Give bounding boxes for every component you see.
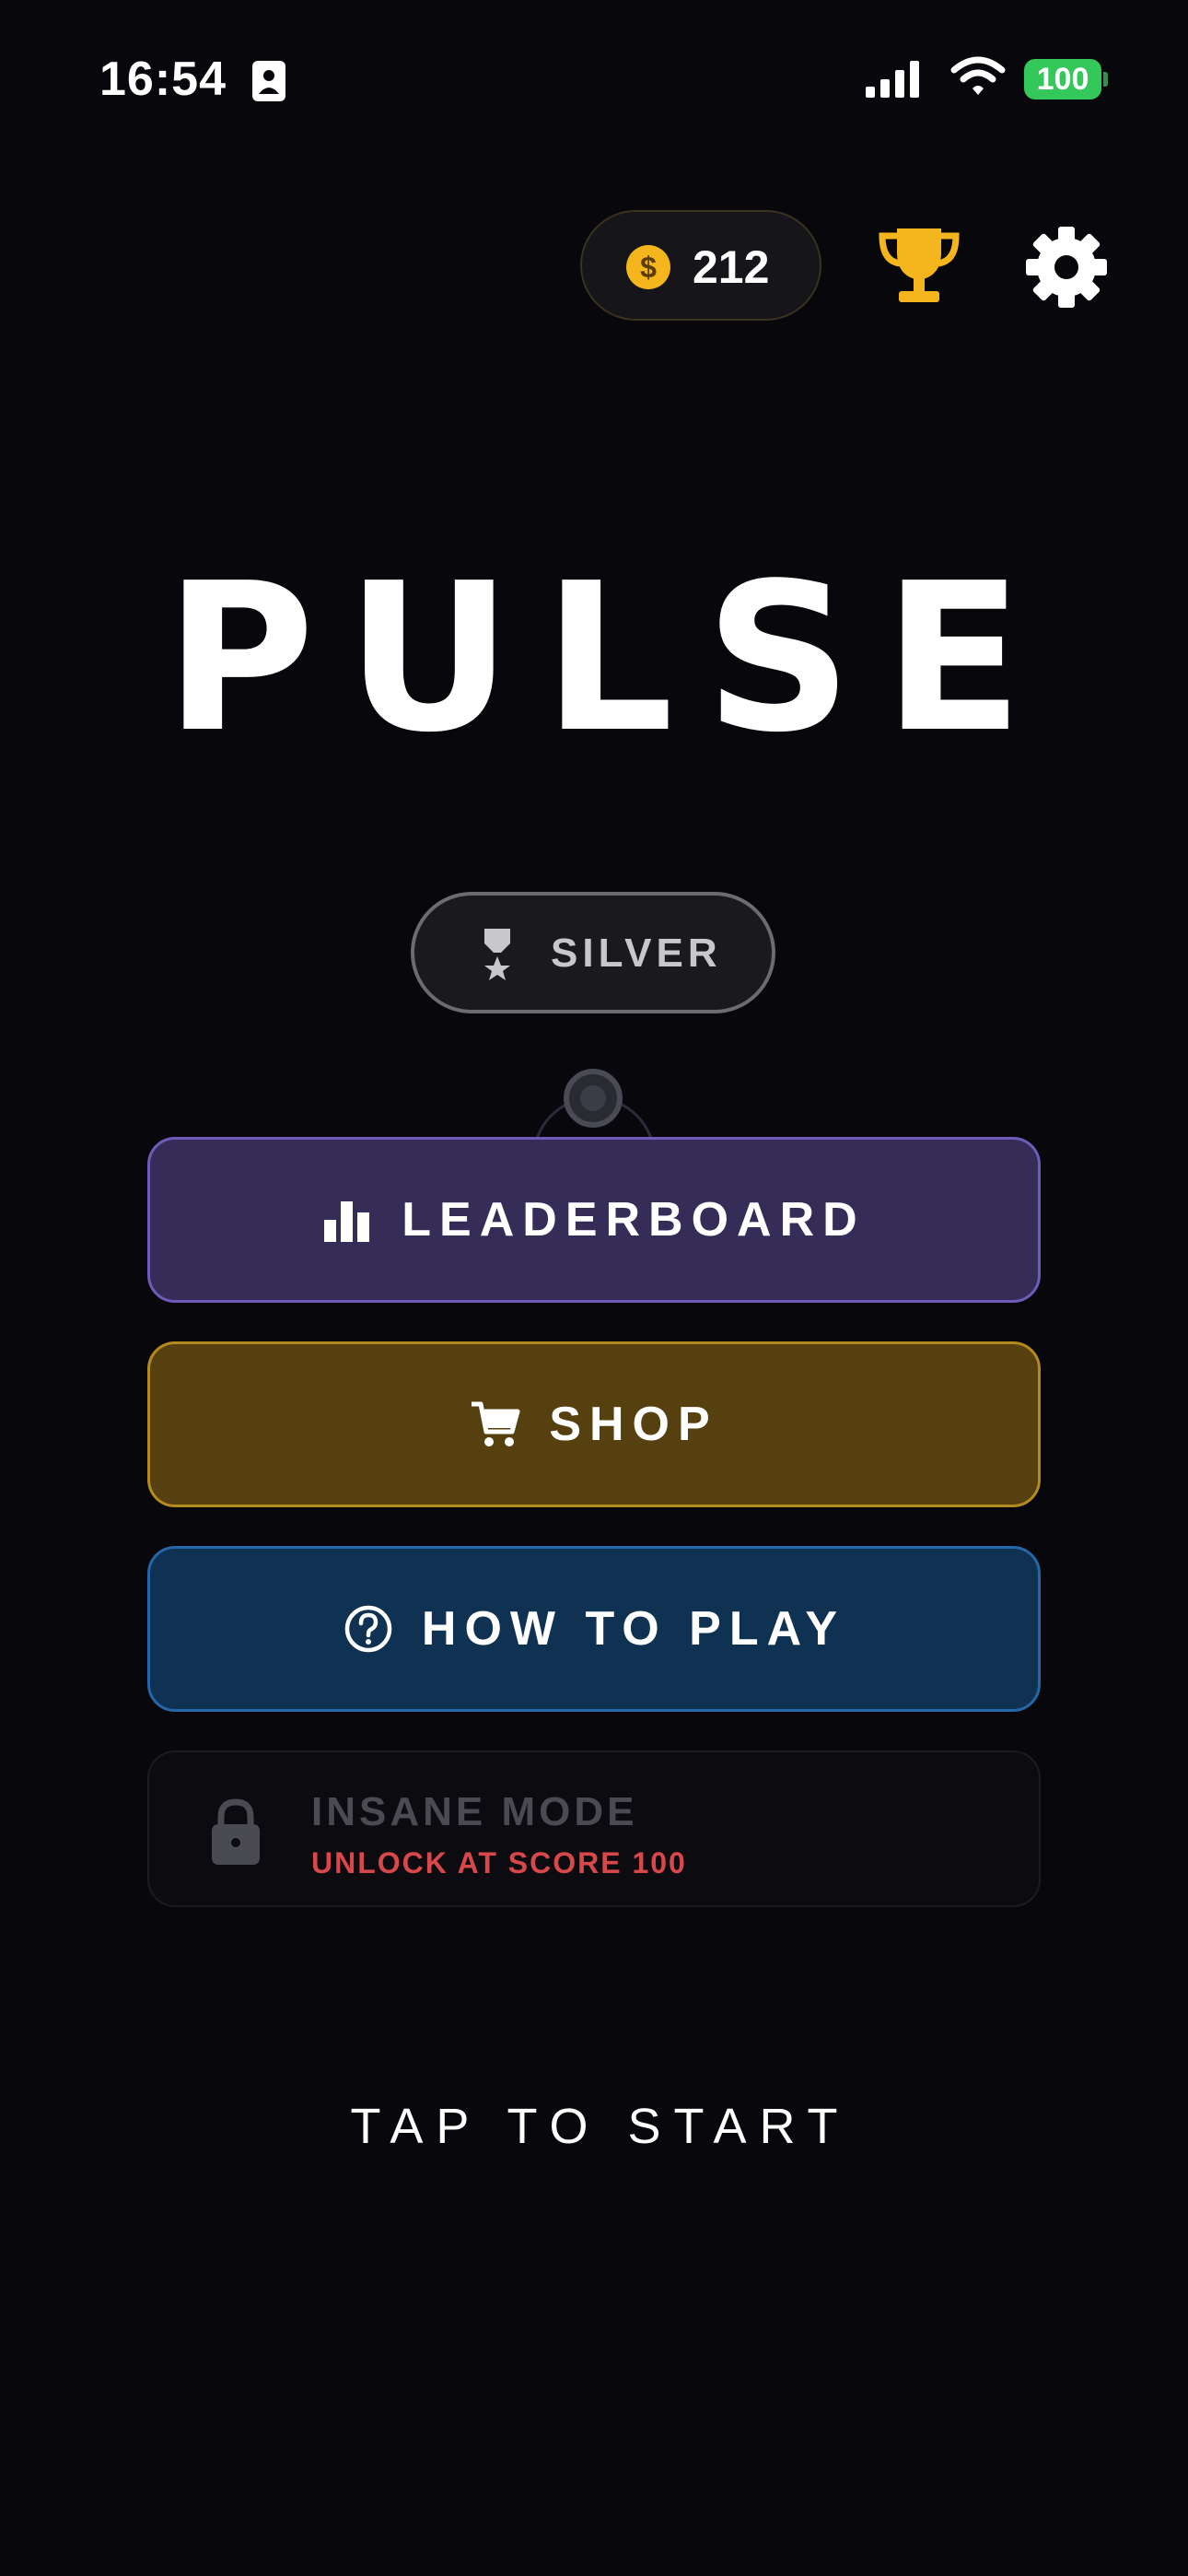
leaderboard-button[interactable]: LEADERBOARD xyxy=(147,1137,1041,1303)
trophy-icon[interactable] xyxy=(877,225,961,308)
battery-nub xyxy=(1103,72,1108,87)
status-time: 16:54 xyxy=(99,53,227,106)
bar-chart-icon xyxy=(324,1201,370,1242)
unlock-requirement: UNLOCK AT SCORE 100 xyxy=(311,1846,687,1879)
rank-badge[interactable]: SILVER xyxy=(411,892,775,1013)
leaderboard-label: LEADERBOARD xyxy=(402,1193,866,1247)
lock-icon xyxy=(212,1798,260,1865)
tap-to-start-prompt[interactable]: TAP TO START xyxy=(0,2097,1188,2156)
how-to-play-button[interactable]: HOW TO PLAY xyxy=(147,1546,1041,1712)
help-circle-icon xyxy=(344,1605,392,1653)
medal-icon xyxy=(484,929,510,980)
dollar-coin-icon: $ xyxy=(626,245,670,289)
insane-mode-card: INSANE MODE UNLOCK AT SCORE 100 xyxy=(147,1751,1041,1907)
insane-mode-title: INSANE MODE xyxy=(311,1789,638,1834)
wifi-icon xyxy=(950,56,1006,95)
contact-card-icon xyxy=(252,61,285,101)
gear-icon[interactable] xyxy=(1024,225,1109,310)
game-title: PULSE xyxy=(165,540,1054,778)
coin-count: 212 xyxy=(693,241,770,293)
cart-icon xyxy=(472,1401,520,1446)
battery-icon: 100 xyxy=(1024,59,1101,100)
shop-button[interactable]: SHOP xyxy=(147,1341,1041,1507)
signal-icon xyxy=(866,61,919,98)
coin-balance[interactable]: $ 212 xyxy=(580,210,821,321)
pulse-dot-core xyxy=(580,1085,606,1111)
how-to-play-label: HOW TO PLAY xyxy=(421,1602,846,1656)
shop-label: SHOP xyxy=(549,1398,718,1451)
rank-label: SILVER xyxy=(551,931,722,976)
